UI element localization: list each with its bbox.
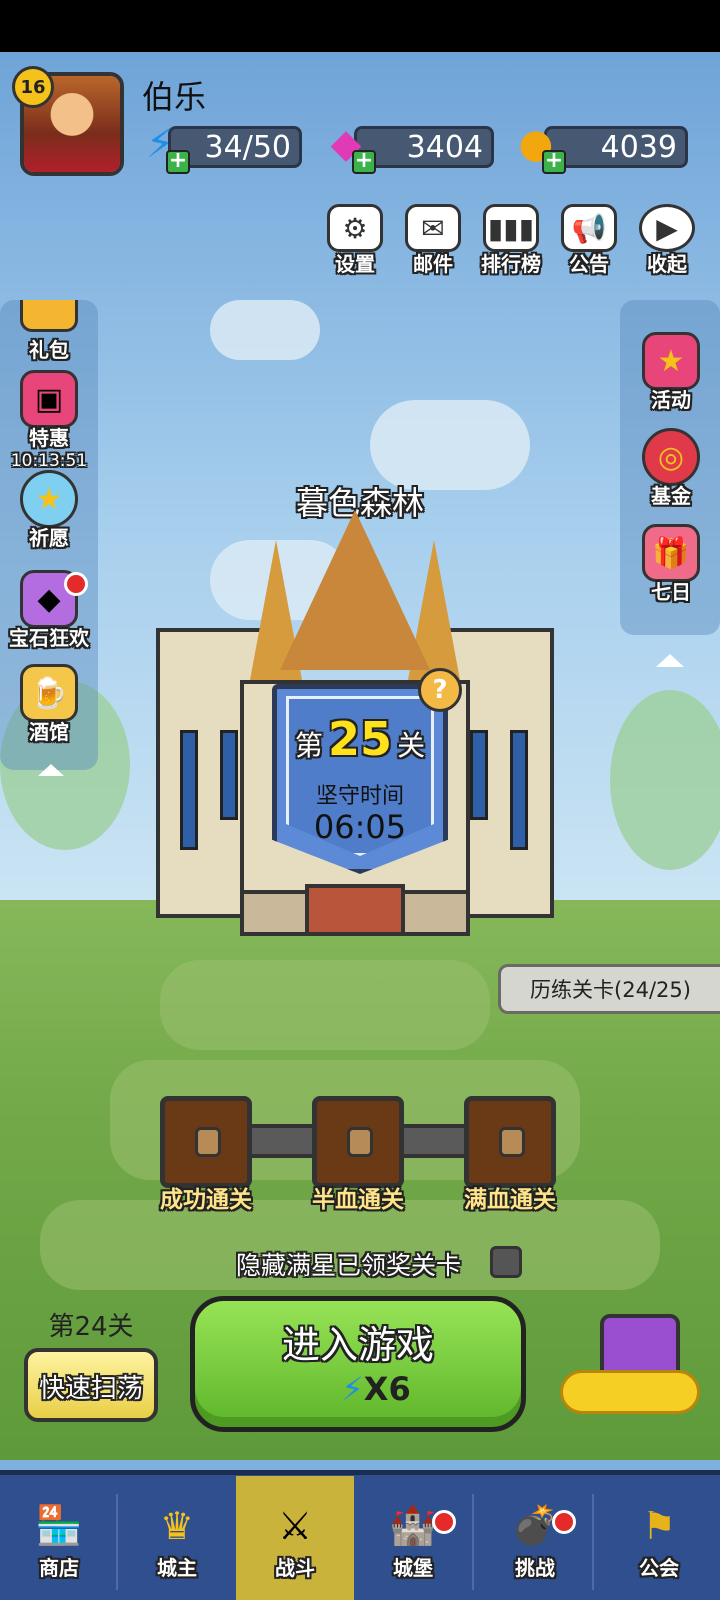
tavern-label: 酒馆 bbox=[29, 720, 69, 744]
chest-half-hp-label: 半血通关 bbox=[312, 1187, 404, 1213]
add-gem-icon[interactable]: + bbox=[352, 150, 376, 174]
hide-completed-label: 隐藏满星已领奖关卡 bbox=[236, 1251, 462, 1280]
tree bbox=[610, 690, 720, 870]
energy-icon[interactable]: ⚡ + bbox=[134, 118, 190, 174]
announcement-label: 公告 bbox=[569, 252, 609, 276]
event-icon: ★ bbox=[642, 332, 700, 390]
fund-icon: ◎ bbox=[642, 428, 700, 486]
lock-icon bbox=[347, 1127, 373, 1157]
wish-icon: ★ bbox=[20, 470, 78, 528]
tavern-icon: 🍺 bbox=[20, 664, 78, 722]
path bbox=[160, 960, 490, 1050]
shop-icon: 🏪 bbox=[35, 1503, 83, 1547]
fund-button[interactable]: ◎ 基金 bbox=[626, 428, 716, 509]
mail-label: 邮件 bbox=[413, 252, 453, 276]
event-button[interactable]: ★ 活动 bbox=[626, 332, 716, 413]
sweep-stage-label: 第24关 bbox=[48, 1312, 134, 1342]
chest-full-hp-label: 满血通关 bbox=[464, 1187, 556, 1213]
notification-dot bbox=[552, 1510, 576, 1534]
tavern-button[interactable]: 🍺 酒馆 bbox=[4, 664, 94, 745]
add-energy-icon[interactable]: + bbox=[166, 150, 190, 174]
special-offer-label: 特惠 bbox=[29, 426, 69, 450]
stage-suffix: 关 bbox=[397, 729, 426, 762]
special-offer-icon: ▣ bbox=[20, 370, 78, 428]
cloud bbox=[210, 300, 320, 360]
collapse-left-menu-icon[interactable] bbox=[38, 764, 64, 776]
stage-prefix: 第 bbox=[294, 729, 323, 762]
megaphone-icon: 📢 bbox=[561, 204, 617, 252]
hide-completed-checkbox[interactable] bbox=[490, 1246, 522, 1278]
ranking-button[interactable]: ▮▮▮ 排行榜 bbox=[480, 204, 542, 277]
wish-label: 祈愿 bbox=[29, 526, 69, 550]
gift-pack-button[interactable]: 礼包 bbox=[4, 300, 94, 363]
seven-day-icon: 🎁 bbox=[642, 524, 700, 582]
chest-half-hp[interactable] bbox=[312, 1096, 404, 1188]
wish-button[interactable]: ★ 祈愿 bbox=[4, 470, 94, 551]
special-offer-button[interactable]: ▣ 特惠 10:13:51 bbox=[4, 370, 94, 471]
tab-challenge[interactable]: 💣 挑战 bbox=[476, 1476, 594, 1600]
treasure-chest-icon[interactable] bbox=[560, 1310, 700, 1420]
tab-castle-label: 城堡 bbox=[393, 1555, 433, 1580]
tab-lord[interactable]: ♛ 城主 bbox=[118, 1476, 236, 1600]
mail-button[interactable]: ✉ 邮件 bbox=[402, 204, 464, 277]
crossed-swords-icon: ⚔ bbox=[277, 1503, 313, 1548]
guild-banner-icon: ⚑ bbox=[641, 1503, 677, 1548]
lock-icon bbox=[499, 1127, 525, 1157]
announcement-button[interactable]: 📢 公告 bbox=[558, 204, 620, 277]
chest-clear[interactable] bbox=[160, 1096, 252, 1188]
gift-pack-icon bbox=[20, 300, 78, 332]
tab-battle[interactable]: ⚔ 战斗 bbox=[236, 1476, 354, 1600]
stage-number: 25 bbox=[327, 712, 392, 766]
tab-lord-label: 城主 bbox=[157, 1555, 197, 1580]
help-icon[interactable]: ? bbox=[418, 668, 462, 712]
fund-label: 基金 bbox=[651, 484, 691, 508]
crown-icon: ♛ bbox=[159, 1503, 195, 1548]
stage-number-row: 第 25 关 bbox=[284, 712, 436, 766]
energy-icon: ⚡ bbox=[341, 1370, 364, 1408]
tab-guild-label: 公会 bbox=[639, 1555, 679, 1580]
gear-icon: ⚙ bbox=[327, 204, 383, 252]
tab-shop-label: 商店 bbox=[39, 1555, 79, 1580]
lock-icon bbox=[195, 1127, 221, 1157]
collapse-icon: ▶ bbox=[639, 204, 695, 252]
hold-time-label: 坚守时间 bbox=[315, 784, 404, 809]
ranking-icon: ▮▮▮ bbox=[483, 204, 539, 252]
mail-icon: ✉ bbox=[405, 204, 461, 252]
quick-sweep-label: 快速扫荡 bbox=[38, 1374, 143, 1404]
settings-button[interactable]: ⚙ 设置 bbox=[324, 204, 386, 277]
seven-day-button[interactable]: 🎁 七日 bbox=[626, 524, 716, 605]
coin-icon[interactable]: ● + bbox=[510, 118, 566, 174]
level-badge: 16 bbox=[12, 66, 54, 108]
trial-stages-tab[interactable]: 历练关卡(24/25) bbox=[498, 964, 720, 1014]
tab-castle[interactable]: 🏰 城堡 bbox=[354, 1476, 472, 1600]
gift-pack-label: 礼包 bbox=[29, 338, 69, 362]
collapse-right-menu-icon[interactable] bbox=[656, 654, 684, 667]
chest-full-hp[interactable] bbox=[464, 1096, 556, 1188]
tab-battle-label: 战斗 bbox=[275, 1555, 315, 1580]
tab-guild[interactable]: ⚑ 公会 bbox=[600, 1476, 718, 1600]
cloud bbox=[370, 400, 530, 490]
event-label: 活动 bbox=[651, 388, 691, 412]
collapse-label: 收起 bbox=[647, 252, 687, 276]
chest-clear-label: 成功通关 bbox=[160, 1187, 252, 1213]
special-offer-timer: 10:13:51 bbox=[10, 451, 88, 471]
player-name: 伯乐 bbox=[142, 78, 207, 116]
energy-cost: X6 bbox=[363, 1370, 411, 1408]
tab-shop[interactable]: 🏪 商店 bbox=[0, 1476, 118, 1600]
notification-dot bbox=[432, 1510, 456, 1534]
settings-label: 设置 bbox=[335, 252, 375, 276]
add-coin-icon[interactable]: + bbox=[542, 150, 566, 174]
gem-carnival-label: 宝石狂欢 bbox=[9, 626, 89, 650]
tab-challenge-label: 挑战 bbox=[515, 1555, 555, 1580]
ranking-label: 排行榜 bbox=[481, 252, 541, 276]
seven-day-label: 七日 bbox=[651, 580, 691, 604]
status-bar bbox=[0, 0, 720, 52]
enter-game-label: 进入游戏 bbox=[281, 1323, 434, 1367]
gem-icon[interactable]: ◆ + bbox=[320, 118, 376, 174]
hold-time-value: 06:05 bbox=[313, 808, 407, 846]
enter-game-cost: ⚡ X6 bbox=[316, 1370, 436, 1408]
collapse-button[interactable]: ▶ 收起 bbox=[636, 204, 698, 277]
notification-dot bbox=[64, 572, 88, 596]
